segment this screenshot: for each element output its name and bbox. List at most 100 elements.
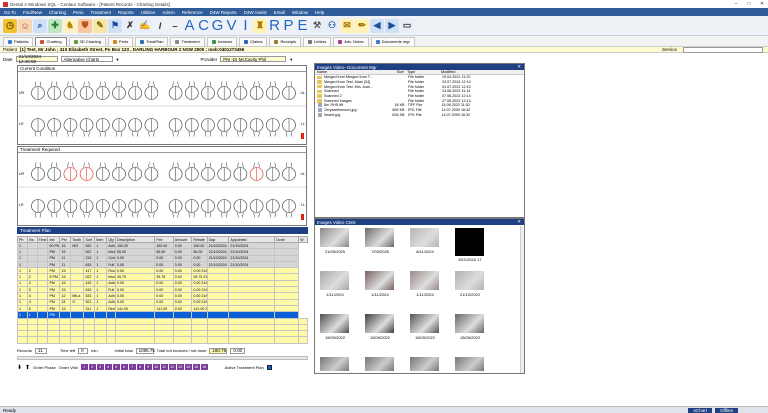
tooth[interactable] xyxy=(63,118,78,137)
patient-icon[interactable]: ☺ xyxy=(18,18,32,33)
tooth[interactable] xyxy=(201,81,215,100)
order-phase-button[interactable]: Order Phase xyxy=(33,365,56,370)
tooth[interactable] xyxy=(47,162,62,181)
toolbar-letter-e[interactable]: E xyxy=(296,17,309,34)
tooth[interactable] xyxy=(266,118,280,137)
xray-thumbnail[interactable] xyxy=(320,357,349,371)
clock-icon[interactable]: ◷ xyxy=(3,18,17,33)
tooth[interactable] xyxy=(31,81,45,100)
chart-select[interactable]: Alternative Charts xyxy=(60,56,113,62)
toolbar-letter-c[interactable]: C xyxy=(197,17,210,34)
col-size[interactable]: Size xyxy=(383,70,407,74)
tooth[interactable] xyxy=(282,199,296,218)
visit-button[interactable]: 1 xyxy=(80,364,88,370)
tooth[interactable] xyxy=(79,81,94,100)
empty-row[interactable] xyxy=(17,336,308,344)
tooth-chart-treatment[interactable] xyxy=(18,154,306,226)
pen-icon[interactable]: ✍ xyxy=(138,18,152,33)
tooth[interactable] xyxy=(128,118,142,137)
tooth[interactable] xyxy=(31,118,45,137)
tooth[interactable] xyxy=(282,81,296,100)
tooth[interactable] xyxy=(266,199,280,218)
flag-icon[interactable]: ⚑ xyxy=(108,18,122,33)
tooth[interactable] xyxy=(217,118,231,137)
tooth[interactable] xyxy=(168,199,183,218)
tab-adv-notes[interactable]: Adv. Notes xyxy=(333,36,369,46)
chess-icon[interactable]: ♜ xyxy=(253,18,267,33)
tooth[interactable] xyxy=(185,81,199,100)
minimize-icon[interactable]: – xyxy=(730,0,742,8)
patient-value[interactable]: [1] Test, Mr John ; 410 Elizabeth Street… xyxy=(20,47,244,52)
col-type[interactable]: Type xyxy=(407,70,441,74)
visit-button[interactable]: 4 xyxy=(104,364,112,370)
xray-thumbnail[interactable] xyxy=(410,314,439,333)
tooth[interactable] xyxy=(233,162,248,181)
tooth[interactable] xyxy=(168,81,183,100)
visit-button[interactable]: 16 xyxy=(200,364,208,370)
tooth[interactable] xyxy=(128,81,142,100)
menu-help[interactable]: Help xyxy=(315,10,324,15)
tab-invoices[interactable]: Invoices xyxy=(206,36,238,46)
col-name[interactable]: Name xyxy=(317,70,383,74)
menu-find-new[interactable]: Find/New xyxy=(23,10,42,15)
tooth[interactable] xyxy=(47,81,62,100)
maximize-icon[interactable]: □ xyxy=(743,0,755,8)
column-header[interactable]: W xyxy=(298,236,308,243)
tooth[interactable] xyxy=(79,199,94,218)
tooth[interactable] xyxy=(168,118,183,137)
visit-button[interactable]: 8 xyxy=(136,364,144,370)
tooth[interactable] xyxy=(96,118,110,137)
xray-thumbnail[interactable] xyxy=(320,228,349,247)
tooth-chart-current[interactable] xyxy=(18,73,306,145)
menu-email[interactable]: Email xyxy=(274,10,285,15)
tooth[interactable] xyxy=(249,81,264,100)
menu-reference[interactable]: Reference xyxy=(182,10,203,15)
tooth[interactable] xyxy=(63,199,78,218)
tooth[interactable] xyxy=(249,162,264,181)
toolbar-letter-i[interactable]: I xyxy=(239,17,252,34)
tab-patients[interactable]: Patients xyxy=(3,36,34,46)
menu-reports[interactable]: Reports xyxy=(118,10,134,15)
tab-claims[interactable]: Claims xyxy=(239,36,268,46)
mail-icon[interactable]: ✉ xyxy=(340,18,354,33)
tooth[interactable] xyxy=(79,162,94,181)
tab-3d-charting[interactable]: 3D Charting xyxy=(68,36,106,46)
tooth[interactable] xyxy=(266,81,280,100)
shield-icon[interactable]: ⛊ xyxy=(78,18,92,33)
toolbar-letter-a[interactable]: A xyxy=(183,17,196,34)
visit-button[interactable]: 3 xyxy=(96,364,104,370)
menu-d4w-assist[interactable]: D4W Assist xyxy=(244,10,267,15)
tooth[interactable] xyxy=(144,199,159,218)
visit-button[interactable]: 10 xyxy=(152,364,160,370)
wrench-icon[interactable]: ⚒ xyxy=(310,18,324,33)
dash-icon[interactable]: – xyxy=(168,18,182,33)
menu-treatment[interactable]: Treatment xyxy=(90,10,110,15)
tab-receipts[interactable]: Receipts xyxy=(269,36,302,46)
vertical-scrollbar[interactable] xyxy=(520,226,524,373)
dropdown-icon[interactable]: ▼ xyxy=(116,57,120,62)
service-field[interactable] xyxy=(683,46,763,53)
note-icon[interactable]: ✎ xyxy=(93,18,107,33)
marker-icon[interactable] xyxy=(301,214,304,220)
visit-button[interactable]: 12 xyxy=(168,364,176,370)
xray-thumbnail[interactable] xyxy=(320,271,349,290)
xray-thumbnail[interactable] xyxy=(365,357,394,371)
menu-admin[interactable]: Admin xyxy=(162,10,175,15)
col-modified[interactable]: Modified xyxy=(441,70,481,74)
tooth[interactable] xyxy=(31,199,45,218)
tooth[interactable] xyxy=(96,162,110,181)
tooth[interactable] xyxy=(47,118,62,137)
tooth[interactable] xyxy=(201,199,215,218)
visit-button[interactable]: 9 xyxy=(144,364,152,370)
visit-button[interactable]: 7 xyxy=(128,364,136,370)
toolbar-letter-p[interactable]: P xyxy=(282,17,295,34)
tab-perio[interactable]: Perio xyxy=(107,36,134,46)
menu-d4w-reports[interactable]: D4W Reports xyxy=(210,10,237,15)
tooth[interactable] xyxy=(128,162,142,181)
xray-thumbnail[interactable] xyxy=(410,271,439,290)
tab-treatment[interactable]: Treatment xyxy=(170,36,205,46)
tooth-icon[interactable]: ♞ xyxy=(63,18,77,33)
tooth[interactable] xyxy=(266,162,280,181)
people-icon[interactable]: ⚇ xyxy=(325,18,339,33)
toolbar-letter-g[interactable]: G xyxy=(211,17,224,34)
